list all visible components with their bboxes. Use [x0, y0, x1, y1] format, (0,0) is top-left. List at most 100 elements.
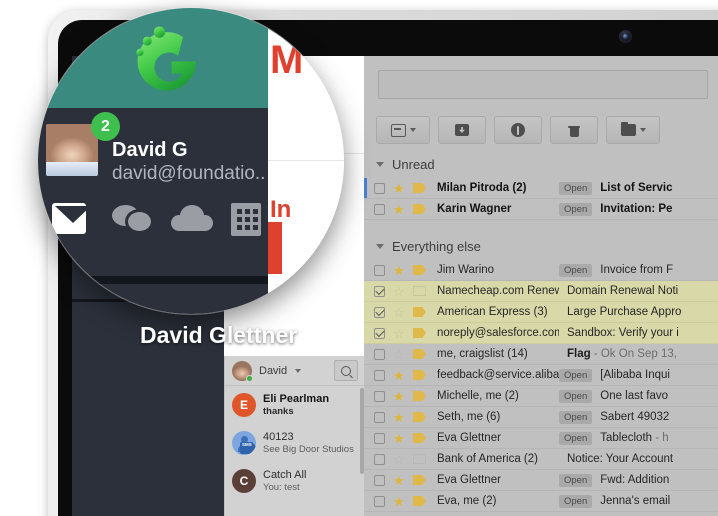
label-tag-icon[interactable] — [413, 475, 426, 485]
row-checkbox[interactable] — [374, 369, 385, 381]
row-checkbox[interactable] — [374, 264, 385, 276]
table-row[interactable]: ☆ Namecheap.com Renewals Domain Renewal … — [364, 281, 718, 302]
row-checkbox[interactable] — [374, 306, 385, 318]
table-row[interactable]: ★ Milan Pitroda (2) Open List of Servic — [364, 178, 718, 199]
table-row[interactable]: ★ Seth, me (6) Open Sabert 49032 — [364, 407, 718, 428]
magnified-contact-card[interactable]: 2 David G david@foundatio.. — [46, 112, 265, 236]
label-tag-icon[interactable] — [413, 307, 426, 317]
screenshot-root: David Glettner david.glettner@... David … — [0, 0, 718, 516]
label-tag-icon[interactable] — [413, 496, 426, 506]
subject: Large Purchase Appro — [567, 306, 682, 318]
subject: One last favo — [600, 390, 669, 402]
status-badge[interactable]: Open — [559, 431, 593, 445]
chat-preview: You: test — [263, 481, 300, 493]
table-row[interactable]: ★ Karin Wagner Open Invitation: Pe — [364, 199, 718, 220]
star-icon[interactable]: ★ — [393, 390, 406, 403]
subject: Invitation: Pe — [600, 203, 673, 215]
chat-icon[interactable] — [111, 203, 151, 234]
star-icon[interactable]: ★ — [393, 203, 406, 216]
status-badge[interactable]: Open — [559, 494, 593, 508]
table-row[interactable]: ★ Eva Glettner Open Tablecloth - h — [364, 428, 718, 449]
list-item[interactable]: C Catch All You: test — [225, 462, 365, 500]
status-badge[interactable]: Open — [559, 410, 593, 424]
label-tag-icon[interactable] — [413, 433, 426, 443]
row-checkbox[interactable] — [374, 203, 385, 215]
star-icon[interactable]: ★ — [393, 182, 406, 195]
checkbox-icon — [390, 123, 406, 137]
list-item[interactable]: SMS 40123 See Big Door Studios — [225, 424, 365, 462]
sender: Eva, me (2) — [437, 495, 497, 507]
subject: Fwd: Addition — [600, 474, 670, 486]
table-row[interactable]: ☆ American Express (3) Large Purchase Ap… — [364, 302, 718, 323]
mail-icon[interactable] — [52, 203, 86, 234]
chat-list: E Eli Pearlman thanks SMS 40123 See Big … — [225, 386, 365, 500]
label-tag-icon[interactable] — [413, 370, 426, 380]
delete-button[interactable] — [550, 116, 598, 144]
magnified-panel-title: M — [270, 38, 304, 82]
table-row[interactable]: ★ Eva, me (2) Open Jenna's email — [364, 491, 718, 512]
star-icon[interactable]: ☆ — [393, 285, 406, 298]
label-tag-icon[interactable] — [413, 412, 426, 422]
label-tag-icon[interactable] — [413, 328, 426, 338]
row-checkbox[interactable] — [374, 348, 385, 360]
chevron-down-icon — [376, 161, 384, 167]
table-row[interactable]: ★ Eva Glettner Open Fwd: Addition — [364, 470, 718, 491]
group-header-unread[interactable]: Unread — [364, 150, 718, 178]
star-icon[interactable]: ★ — [393, 474, 406, 487]
cloud-icon[interactable] — [171, 203, 213, 234]
calendar-icon[interactable] — [230, 203, 261, 236]
status-badge[interactable]: Open — [559, 202, 593, 216]
row-checkbox[interactable] — [374, 453, 385, 465]
status-badge[interactable]: Open — [559, 181, 593, 195]
status-badge[interactable]: Open — [559, 389, 593, 403]
row-checkbox[interactable] — [374, 285, 385, 297]
label-tag-icon[interactable] — [413, 391, 426, 401]
star-icon[interactable]: ★ — [393, 411, 406, 424]
table-row[interactable]: ☆ Bank of America (2) Notice: Your Accou… — [364, 449, 718, 470]
table-row[interactable]: ★ feedback@service.alibaba. Open [Alibab… — [364, 365, 718, 386]
select-all-dropdown[interactable] — [376, 116, 430, 144]
chat-account-header[interactable]: David — [225, 356, 365, 386]
subject: Domain Renewal Noti — [567, 285, 679, 297]
table-row[interactable]: ☆ me, craigslist (14) Flag - Ok On Sep 1… — [364, 344, 718, 365]
label-tag-icon[interactable] — [413, 183, 426, 193]
status-badge[interactable]: Open — [559, 473, 593, 487]
row-checkbox[interactable] — [374, 432, 385, 444]
star-icon[interactable]: ☆ — [393, 306, 406, 319]
label-tag-icon[interactable] — [413, 265, 426, 275]
star-icon[interactable]: ☆ — [393, 327, 406, 340]
status-badge[interactable]: Open — [559, 368, 593, 382]
label-tag-icon[interactable] — [413, 454, 426, 464]
table-row[interactable]: ★ Jim Warino Open Invoice from F — [364, 260, 718, 281]
row-checkbox[interactable] — [374, 495, 385, 507]
row-checkbox[interactable] — [374, 390, 385, 402]
row-checkbox[interactable] — [374, 182, 385, 194]
search-input[interactable] — [378, 70, 708, 99]
chat-search-button[interactable] — [334, 360, 358, 381]
group-header-everything-else[interactable]: Everything else — [364, 232, 718, 260]
label-tag-icon[interactable] — [413, 204, 426, 214]
g-logo-icon — [136, 26, 196, 91]
row-checkbox[interactable] — [374, 411, 385, 423]
table-row[interactable]: ☆ noreply@salesforce.com (2) Sandbox: Ve… — [364, 323, 718, 344]
star-icon[interactable]: ★ — [393, 264, 406, 277]
row-checkbox[interactable] — [374, 327, 385, 339]
star-icon[interactable]: ★ — [393, 495, 406, 508]
star-icon[interactable]: ★ — [393, 432, 406, 445]
list-item[interactable]: E Eli Pearlman thanks — [225, 386, 365, 424]
search-icon — [341, 365, 351, 376]
move-to-folder-dropdown[interactable] — [606, 116, 660, 144]
subject-preview: - h — [652, 432, 669, 444]
star-icon[interactable]: ★ — [393, 369, 406, 382]
star-icon[interactable]: ☆ — [393, 453, 406, 466]
label-tag-icon[interactable] — [413, 349, 426, 359]
table-row[interactable]: ★ Michelle, me (2) Open One last favo — [364, 386, 718, 407]
status-badge[interactable]: Open — [559, 263, 593, 277]
row-checkbox[interactable] — [374, 474, 385, 486]
label-tag-icon[interactable] — [413, 286, 426, 296]
chevron-down-icon[interactable] — [295, 368, 302, 373]
spam-button[interactable] — [494, 116, 542, 144]
star-icon[interactable]: ☆ — [393, 348, 406, 361]
sender: noreply@salesforce.com (2) — [437, 327, 559, 339]
archive-button[interactable] — [438, 116, 486, 144]
